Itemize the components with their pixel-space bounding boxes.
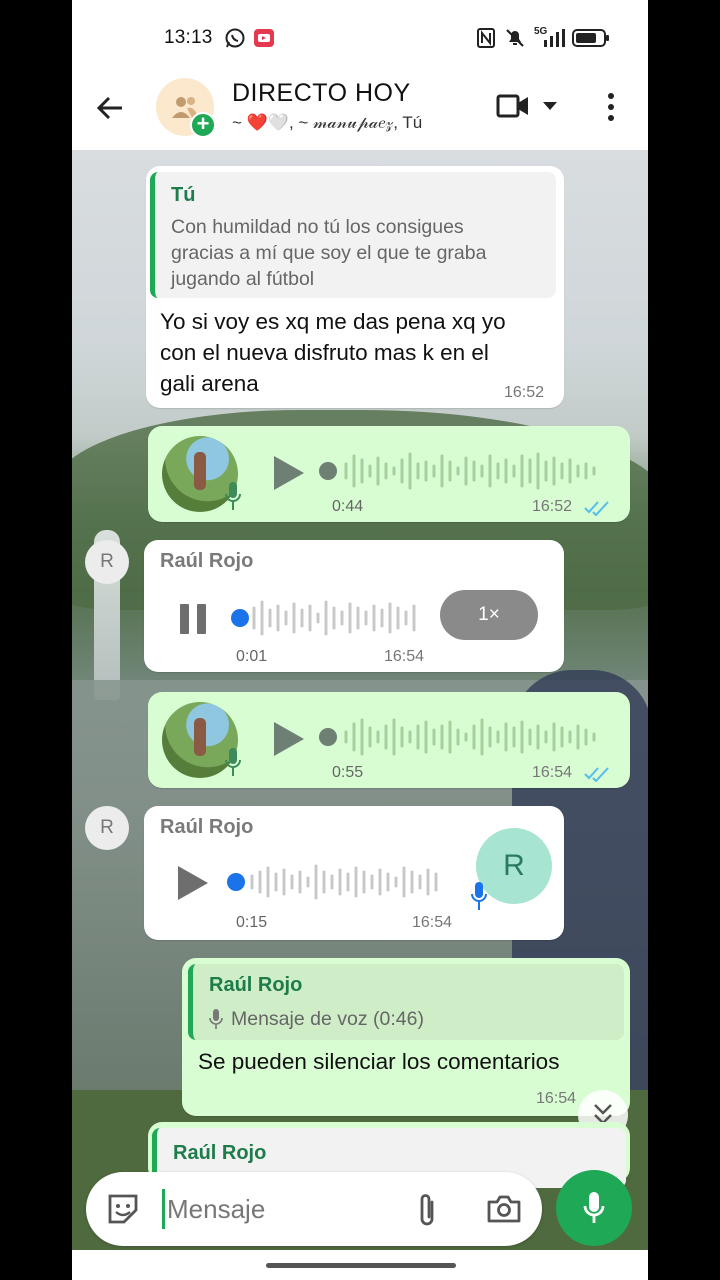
status-time: 13:13 [164,27,213,48]
voice-duration: 0:44 [332,498,364,515]
pause-icon[interactable] [178,602,208,636]
sender-name[interactable]: Raúl Rojo [160,816,253,839]
message-time: 16:52 [532,498,573,515]
message-input[interactable] [162,1189,392,1229]
back-arrow-icon[interactable] [94,92,126,124]
voice-waveform[interactable] [224,860,454,906]
read-ticks-icon [584,501,609,516]
mute-icon [506,29,524,47]
voice-message-incoming[interactable]: Raúl Rojo 0:01 16:54 1× [144,540,564,672]
more-options-icon[interactable] [606,92,616,122]
add-member-badge: + [190,112,216,138]
group-avatar[interactable]: + [156,78,216,138]
message-bubble-incoming[interactable]: Tú Con humildad no tú los consigues grac… [146,166,564,408]
quoted-message[interactable]: Tú Con humildad no tú los consigues grac… [150,172,556,298]
mic-icon [225,748,241,776]
battery-icon [572,29,609,47]
quoted-message[interactable]: Raúl Rojo Mensaje de voz (0:46) [188,964,624,1040]
voice-message-incoming[interactable]: Raúl Rojo 0:15 16:54 R [144,806,564,940]
mic-icon [471,882,487,910]
message-time: 16:54 [532,764,573,781]
sender-avatar[interactable]: R [85,806,129,850]
sender-name[interactable]: Raúl Rojo [160,550,253,573]
sender-avatar[interactable]: R [85,540,129,584]
attach-icon[interactable] [414,1192,440,1228]
read-ticks-icon [584,767,609,782]
message-composer [86,1172,542,1246]
voice-record-button[interactable] [556,1170,632,1246]
message-time: 16:54 [384,648,425,665]
quoted-text-line: gracias a mí que soy el que te graba [171,242,487,264]
play-icon[interactable] [176,864,210,902]
gesture-nav-bar [72,1250,648,1280]
play-icon[interactable] [272,454,306,492]
message-time: 16:54 [536,1090,577,1107]
voice-waveform[interactable] [318,450,608,496]
youtube-notification-icon [254,29,274,47]
message-text-line: con el nueva disfruto mas k en el [160,340,489,365]
phone-screen: 13:13 5G + DIRECTO HOY ~ ❤️🤍, ~ 𝓂𝒶𝓃𝓊𝓅𝒶𝑒𝓏… [72,0,648,1280]
quoted-text-line: jugando al fútbol [171,268,315,290]
nfc-icon [477,28,495,48]
quoted-text-line: Con humildad no tú los consigues [171,216,464,238]
quoted-sender: Raúl Rojo [209,974,303,996]
message-time: 16:54 [412,914,453,931]
quoted-sender: Tú [171,184,196,206]
signal-icon [544,29,565,47]
message-text: Se pueden silenciar los comentarios [198,1049,560,1074]
quoted-sender: Raúl Rojo [173,1142,267,1164]
mic-icon [225,482,241,510]
quoted-text: Mensaje de voz (0:46) [231,1008,424,1030]
chat-header: + DIRECTO HOY ~ ❤️🤍, ~ 𝓂𝒶𝓃𝓊𝓅𝒶𝑒𝓏, Tú [72,74,648,150]
chat-background: Tú Con humildad no tú los consigues grac… [72,150,648,1250]
chat-title[interactable]: DIRECTO HOY [232,79,411,108]
message-time: 16:52 [504,384,545,401]
whatsapp-notification-icon [225,28,245,48]
voice-duration: 0:55 [332,764,364,781]
message-text-line: gali arena [160,371,259,396]
play-icon[interactable] [272,720,306,758]
voice-waveform[interactable] [318,716,608,762]
camera-icon[interactable] [486,1194,522,1224]
voice-waveform[interactable] [228,596,428,642]
status-bar: 13:13 5G [72,0,648,74]
voice-message-outgoing[interactable]: 0:44 16:52 [148,426,630,522]
voice-duration: 0:15 [236,914,268,931]
chat-members[interactable]: ~ ❤️🤍, ~ 𝓂𝒶𝓃𝓊𝓅𝒶𝑒𝓏, Tú [232,113,422,133]
mic-icon [583,1192,605,1223]
message-bubble-outgoing[interactable]: Raúl Rojo Mensaje de voz (0:46) Se puede… [182,958,630,1116]
voice-elapsed: 0:01 [236,648,268,665]
message-text-line: Yo si voy es xq me das pena xq yo [160,309,506,334]
playback-speed-button[interactable]: 1× [440,590,538,640]
home-indicator[interactable] [266,1263,456,1268]
sticker-icon[interactable] [106,1192,140,1226]
mic-icon [209,1009,223,1029]
dropdown-icon[interactable] [542,101,558,111]
voice-message-outgoing[interactable]: 0:55 16:54 [148,692,630,788]
video-call-icon[interactable] [496,92,530,120]
